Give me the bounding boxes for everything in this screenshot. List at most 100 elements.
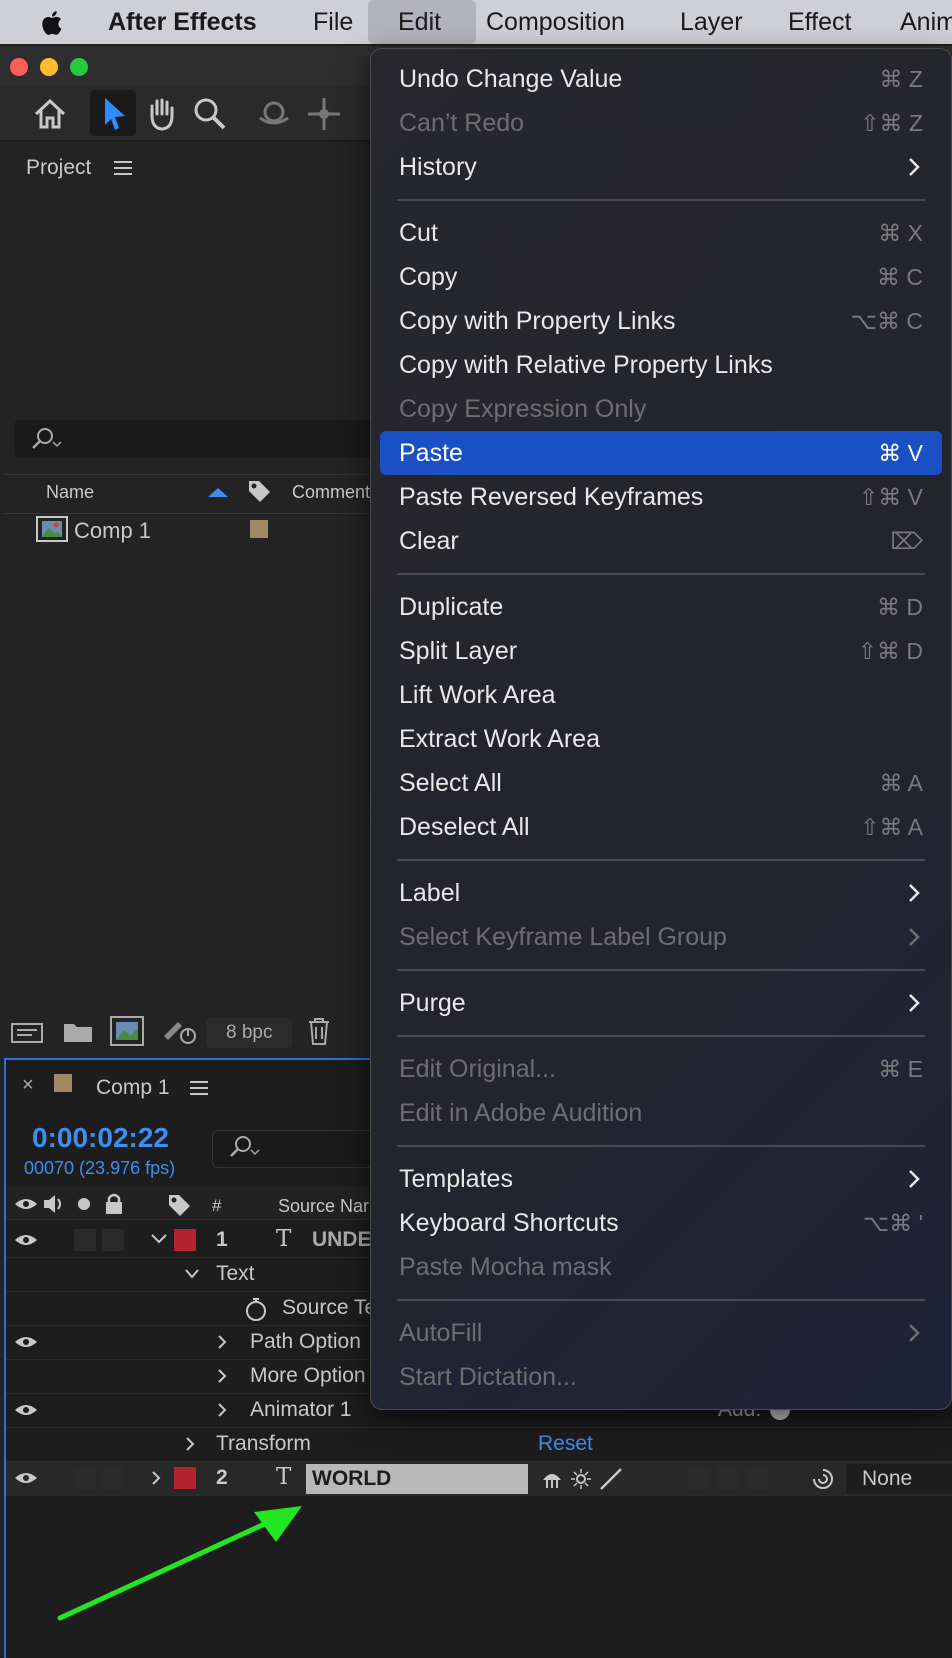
- layer-1-label-color[interactable]: [174, 1229, 196, 1251]
- menu-item-keyboard-shortcuts[interactable]: Keyboard Shortcuts ⌥⌘ ': [371, 1201, 951, 1245]
- animator-chevron-icon[interactable]: [216, 1402, 228, 1418]
- parent-pickwhip-icon[interactable]: [810, 1466, 836, 1492]
- audio-speaker-icon[interactable]: [42, 1192, 66, 1216]
- property-more-options[interactable]: More Option: [250, 1364, 366, 1388]
- layer-2-lock-box[interactable]: [102, 1467, 124, 1489]
- property-transform[interactable]: Transform: [216, 1432, 311, 1456]
- menu-item-copy[interactable]: Copy ⌘ C: [371, 255, 951, 299]
- menu-item-paste[interactable]: Paste ⌘ V: [371, 431, 951, 475]
- menu-item-templates[interactable]: Templates: [371, 1157, 951, 1201]
- menu-item-extract-work-area[interactable]: Extract Work Area: [371, 717, 951, 761]
- property-source-text[interactable]: Source Te: [282, 1296, 376, 1320]
- column-source-name[interactable]: Source Nar: [278, 1196, 369, 1217]
- menu-effect[interactable]: Effect: [788, 0, 851, 44]
- layer-1-solo-box[interactable]: [74, 1229, 96, 1251]
- layer-search-icon: [230, 1136, 260, 1157]
- menu-item-label: Start Dictation...: [399, 1363, 577, 1391]
- layer-1-name[interactable]: UNDE: [312, 1228, 372, 1252]
- stopwatch-icon[interactable]: [244, 1296, 268, 1322]
- layer-2-effect-switch[interactable]: [688, 1467, 710, 1489]
- project-search-input[interactable]: [14, 420, 374, 458]
- menu-item-deselect-all[interactable]: Deselect All ⇧⌘ A: [371, 805, 951, 849]
- apple-icon[interactable]: [38, 8, 68, 38]
- new-composition-icon[interactable]: [110, 1016, 144, 1046]
- menu-layer[interactable]: Layer: [680, 0, 743, 44]
- layer-2-solo-box[interactable]: [74, 1467, 96, 1489]
- layer-2-expand-chevron-icon[interactable]: [150, 1470, 162, 1486]
- column-name[interactable]: Name: [46, 482, 94, 503]
- layer-2-motion-blur-switch[interactable]: [716, 1467, 738, 1489]
- video-eye-icon[interactable]: [14, 1196, 38, 1212]
- layer-1-expand-chevron-icon[interactable]: [150, 1232, 168, 1246]
- panel-menu-icon[interactable]: [114, 160, 132, 176]
- property-text[interactable]: Text: [216, 1262, 255, 1286]
- property-path-options[interactable]: Path Option: [250, 1330, 361, 1354]
- selection-tool-icon[interactable]: [92, 92, 136, 136]
- layer-2-visibility-icon[interactable]: [14, 1470, 38, 1486]
- layer-2-adjustment-switch[interactable]: [746, 1467, 768, 1489]
- menu-item-purge[interactable]: Purge: [371, 981, 951, 1025]
- timeline-panel-menu-icon[interactable]: [190, 1080, 208, 1096]
- menu-composition[interactable]: Composition: [486, 0, 625, 44]
- menu-file[interactable]: File: [313, 0, 353, 44]
- layer-2-label-color[interactable]: [174, 1467, 196, 1489]
- menu-edit[interactable]: Edit: [398, 0, 441, 44]
- trash-icon[interactable]: [306, 1016, 332, 1046]
- layer-1-visibility-icon[interactable]: [14, 1232, 38, 1248]
- layer-label-tag-icon[interactable]: [166, 1192, 192, 1218]
- lock-icon[interactable]: [104, 1192, 124, 1216]
- current-timecode[interactable]: 0:00:02:22: [32, 1122, 169, 1154]
- close-window-button[interactable]: [10, 58, 28, 76]
- project-panel-title[interactable]: Project: [26, 156, 91, 180]
- text-group-chevron-icon[interactable]: [184, 1268, 200, 1280]
- menu-item-shortcut: ⌥⌘ C: [850, 308, 923, 334]
- quality-icon[interactable]: [598, 1466, 624, 1492]
- comp-tab-title[interactable]: Comp 1: [96, 1076, 170, 1100]
- transform-chevron-icon[interactable]: [184, 1436, 196, 1452]
- zoom-window-button[interactable]: [70, 58, 88, 76]
- app-menu[interactable]: After Effects: [108, 0, 257, 44]
- menu-item-edit-in-adobe-audition: Edit in Adobe Audition: [371, 1091, 951, 1135]
- transform-reset-link[interactable]: Reset: [538, 1432, 593, 1456]
- path-options-chevron-icon[interactable]: [216, 1334, 228, 1350]
- project-item-name[interactable]: Comp 1: [74, 518, 151, 544]
- menu-item-duplicate[interactable]: Duplicate ⌘ D: [371, 585, 951, 629]
- more-options-chevron-icon[interactable]: [216, 1368, 228, 1384]
- project-settings-icon[interactable]: [160, 1016, 200, 1046]
- layer-1-lock-box[interactable]: [102, 1229, 124, 1251]
- menu-item-start-dictation: Start Dictation...: [371, 1355, 951, 1399]
- shy-icon[interactable]: [540, 1468, 564, 1490]
- menu-item-history[interactable]: History: [371, 145, 951, 189]
- menu-item-undo-change-value[interactable]: Undo Change Value ⌘ Z: [371, 57, 951, 101]
- orbit-camera-icon[interactable]: [252, 92, 296, 136]
- menu-item-clear[interactable]: Clear ⌦: [371, 519, 951, 563]
- hand-tool-icon[interactable]: [140, 92, 184, 136]
- collapse-transform-icon[interactable]: [570, 1468, 592, 1490]
- menu-item-split-layer[interactable]: Split Layer ⇧⌘ D: [371, 629, 951, 673]
- menu-animation[interactable]: Anim: [900, 0, 952, 44]
- label-tag-icon[interactable]: [246, 478, 272, 504]
- menu-item-copy-with-relative-property-links[interactable]: Copy with Relative Property Links: [371, 343, 951, 387]
- path-options-visibility-icon[interactable]: [14, 1334, 38, 1350]
- minimize-window-button[interactable]: [40, 58, 58, 76]
- menu-item-select-all[interactable]: Select All ⌘ A: [371, 761, 951, 805]
- property-animator[interactable]: Animator 1: [250, 1398, 352, 1422]
- menu-item-label: History: [399, 153, 477, 181]
- solo-icon[interactable]: [78, 1198, 90, 1210]
- menu-item-lift-work-area[interactable]: Lift Work Area: [371, 673, 951, 717]
- home-icon[interactable]: [28, 92, 72, 136]
- pan-camera-icon[interactable]: [302, 92, 346, 136]
- menu-item-cut[interactable]: Cut ⌘ X: [371, 211, 951, 255]
- menu-item-label[interactable]: Label: [371, 871, 951, 915]
- menu-item-paste-reversed-keyframes[interactable]: Paste Reversed Keyframes ⇧⌘ V: [371, 475, 951, 519]
- close-tab-icon[interactable]: ×: [22, 1074, 34, 1097]
- layer-2-name[interactable]: WORLD: [312, 1467, 391, 1491]
- interpret-footage-icon[interactable]: [10, 1018, 46, 1046]
- menu-item-copy-expression-only: Copy Expression Only: [371, 387, 951, 431]
- zoom-tool-icon[interactable]: [188, 92, 232, 136]
- label-color-swatch[interactable]: [250, 520, 268, 538]
- menu-item-copy-with-property-links[interactable]: Copy with Property Links ⌥⌘ C: [371, 299, 951, 343]
- animator-visibility-icon[interactable]: [14, 1402, 38, 1418]
- new-folder-icon[interactable]: [62, 1018, 94, 1046]
- column-comment[interactable]: Comment: [292, 482, 370, 503]
